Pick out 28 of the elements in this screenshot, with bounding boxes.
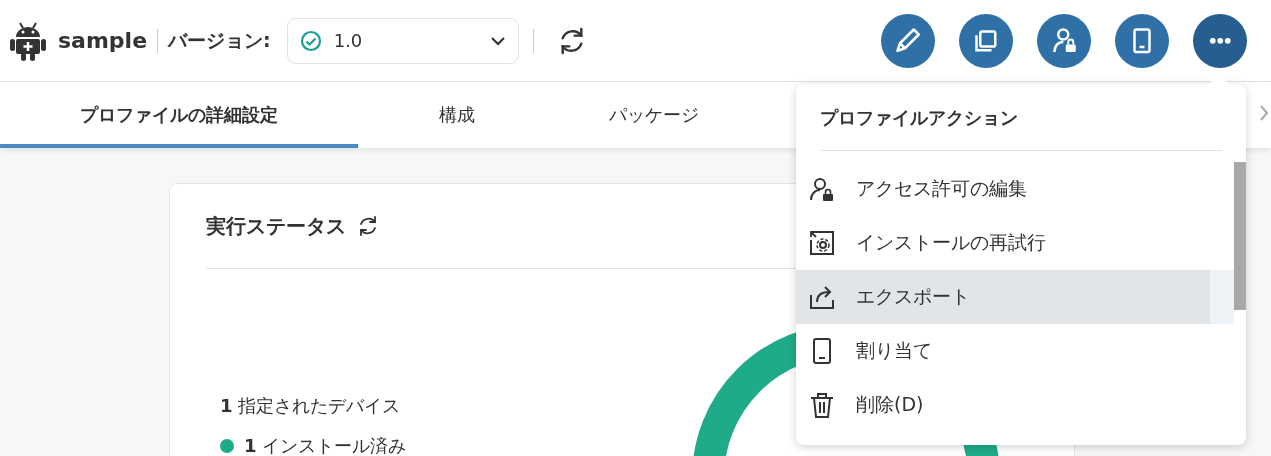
pencil-button[interactable] bbox=[881, 13, 935, 68]
trash-icon bbox=[808, 391, 836, 419]
legend-label: 1 インストール済み bbox=[244, 434, 407, 456]
user-lock-icon bbox=[808, 175, 836, 203]
user-lock-button[interactable] bbox=[1037, 13, 1091, 68]
version-label: バージョン: bbox=[168, 27, 271, 53]
tab[interactable]: プロファイルの詳細設定 bbox=[0, 82, 358, 148]
more-icon bbox=[1208, 36, 1232, 45]
menu-title: プロファイルアクション bbox=[820, 106, 1222, 151]
user-lock-icon bbox=[1051, 27, 1077, 54]
check-circle-icon bbox=[299, 29, 322, 52]
tab[interactable]: 構成 bbox=[358, 82, 555, 148]
share-icon bbox=[808, 283, 836, 311]
chevron-down-icon bbox=[489, 35, 506, 46]
tablet-icon bbox=[1132, 27, 1152, 54]
app-name: sample bbox=[58, 28, 159, 53]
device-count: 1 指定されたデバイス bbox=[220, 394, 402, 418]
copy-button[interactable] bbox=[959, 13, 1013, 68]
gear-box-icon bbox=[808, 229, 836, 257]
pencil-icon bbox=[894, 27, 922, 54]
android-icon bbox=[10, 20, 46, 61]
tablet-button[interactable] bbox=[1115, 13, 1169, 68]
copy-icon bbox=[974, 28, 998, 53]
more-button[interactable] bbox=[1193, 13, 1247, 68]
card-title: 実行ステータス bbox=[206, 212, 346, 240]
scrollbar-thumb[interactable] bbox=[1234, 162, 1246, 310]
version-dropdown[interactable]: 1.0 bbox=[286, 17, 519, 64]
tab[interactable]: パッケージ bbox=[555, 82, 752, 148]
